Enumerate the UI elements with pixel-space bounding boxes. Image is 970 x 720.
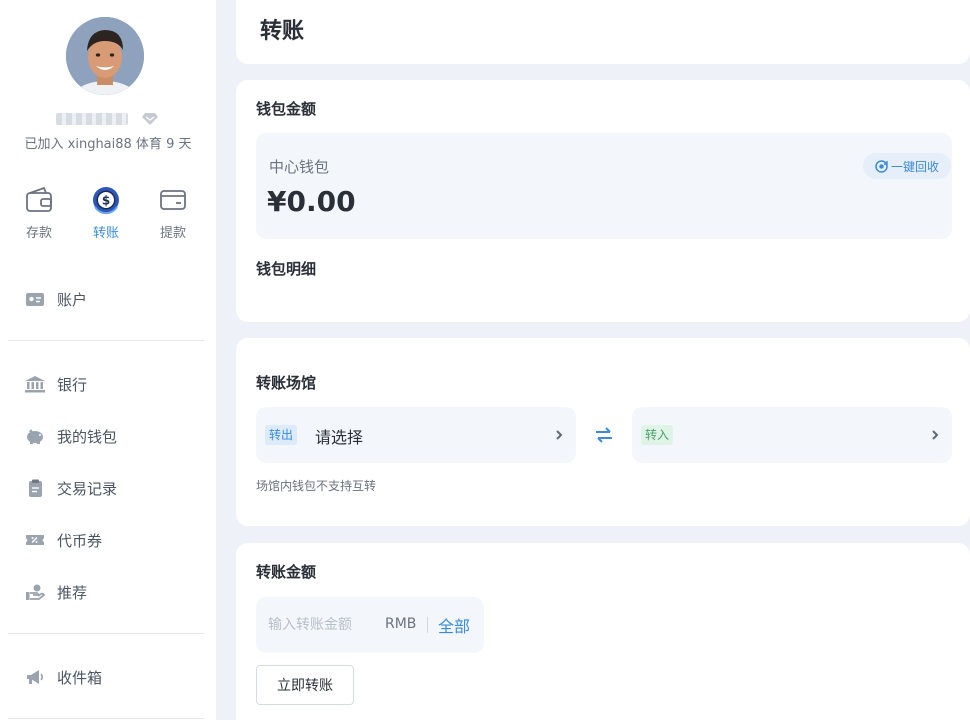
amount-input-box: RMB 全部 — [256, 597, 484, 653]
transfer-button[interactable]: $ 转账 — [81, 185, 131, 241]
clipboard-icon — [29, 479, 42, 497]
chevron-right-icon — [932, 430, 939, 440]
transfer-venue-title: 转账场馆 — [256, 374, 317, 392]
sidebar-divider — [8, 633, 204, 634]
id-card-icon — [26, 293, 44, 306]
recycle-all-label: 一键回收 — [891, 159, 940, 174]
wallet-amount: ¥0.00 — [267, 185, 356, 218]
unit-separator — [427, 617, 428, 633]
wallet-section-title: 钱包金额 — [256, 100, 317, 118]
wallet-icon — [26, 186, 52, 212]
sidebar-item-transactions[interactable]: 交易记录 — [24, 473, 204, 503]
bank-icon — [25, 376, 45, 393]
sidebar-item-referral[interactable]: 推荐 — [24, 577, 204, 607]
transfer-coin-icon: $ — [93, 187, 119, 214]
sidebar-divider — [8, 718, 204, 719]
transfer-now-button[interactable]: 立即转账 — [256, 665, 354, 705]
sidebar-item-label: 银行 — [57, 375, 88, 394]
transfer-in-tag: 转入 — [641, 425, 674, 445]
recycle-icon — [875, 159, 888, 173]
deposit-button[interactable]: 存款 — [14, 185, 64, 241]
avatar[interactable] — [66, 17, 144, 95]
sidebar-item-label: 交易记录 — [57, 479, 118, 498]
withdraw-label: 提款 — [159, 226, 186, 241]
coupon-icon — [26, 535, 44, 545]
transfer-out-tag: 转出 — [265, 425, 298, 445]
central-wallet-box: 中心钱包 ¥0.00 一键回收 — [256, 133, 952, 239]
transfer-label: 转账 — [92, 226, 119, 241]
wallet-card: 钱包金额 中心钱包 ¥0.00 一键回收 钱包明细 — [236, 80, 970, 322]
wallet-name: 中心钱包 — [269, 158, 330, 176]
currency-unit: RMB — [385, 616, 417, 632]
swap-icon[interactable] — [594, 426, 614, 444]
sidebar-item-inbox[interactable]: 收件箱 — [24, 662, 204, 692]
joined-days-text: 已加入 xinghai88 体育 9 天 — [24, 137, 192, 152]
chevron-right-icon — [556, 430, 563, 440]
sidebar-item-label: 收件箱 — [57, 668, 103, 687]
sidebar-item-label: 我的钱包 — [57, 427, 118, 446]
page-header-card: 转账 — [236, 0, 970, 64]
page-title: 转账 — [260, 19, 305, 44]
username-masked — [56, 113, 128, 125]
sidebar-item-label: 代币券 — [57, 531, 103, 550]
piggy-bank-icon — [27, 429, 43, 444]
sidebar-item-bank[interactable]: 银行 — [24, 369, 204, 399]
transfer-in-select[interactable]: 转入 — [632, 407, 952, 463]
wallet-details-title[interactable]: 钱包明细 — [256, 258, 316, 279]
megaphone-icon — [27, 670, 44, 684]
transfer-out-value: 请选择 — [315, 428, 364, 447]
transfer-amount-card: 转账金额 RMB 全部 立即转账 — [236, 543, 970, 720]
sidebar-item-my-wallet[interactable]: 我的钱包 — [24, 421, 204, 451]
vip-diamond-icon — [142, 113, 158, 125]
svg-text:$: $ — [102, 194, 110, 208]
sidebar-item-coupons[interactable]: 代币券 — [24, 525, 204, 555]
hand-coin-icon — [26, 584, 46, 600]
sidebar-item-label: 账户 — [57, 290, 88, 309]
sidebar-divider — [8, 340, 204, 341]
amount-input[interactable] — [268, 614, 380, 636]
avatar-image — [66, 17, 144, 95]
quick-actions: 存款 $ 转账 提款 — [0, 185, 216, 245]
recycle-all-button[interactable]: 一键回收 — [863, 153, 951, 179]
sidebar: 已加入 xinghai88 体育 9 天 存款 $ 转账 提款 账户 银行 我的… — [0, 0, 216, 720]
transfer-out-select[interactable]: 转出 请选择 — [256, 407, 576, 463]
all-amount-button[interactable]: 全部 — [438, 613, 470, 637]
transfer-venue-card: 转账场馆 转出 请选择 转入 场馆内钱包不支持互转 — [236, 338, 970, 526]
username-row — [56, 111, 166, 127]
transfer-hint: 场馆内钱包不支持互转 — [256, 479, 377, 493]
sidebar-item-account[interactable]: 账户 — [24, 284, 204, 314]
card-icon — [160, 190, 186, 210]
withdraw-button[interactable]: 提款 — [148, 185, 198, 241]
deposit-label: 存款 — [25, 226, 52, 241]
transfer-amount-title: 转账金额 — [256, 563, 317, 581]
sidebar-item-label: 推荐 — [57, 583, 88, 602]
